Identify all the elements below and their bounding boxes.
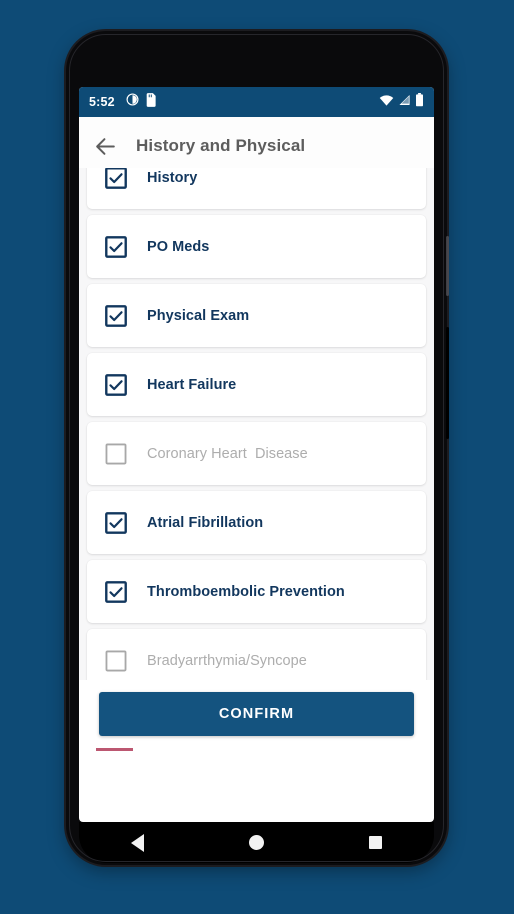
confirm-button[interactable]: CONFIRM [99,692,414,736]
checkbox-checked-icon[interactable] [105,373,127,396]
checkbox-checked-icon[interactable] [105,235,127,258]
checklist-item-label: Physical Exam [147,307,250,324]
arrow-left-icon[interactable] [93,134,118,159]
wifi-icon [379,93,394,111]
back-icon[interactable] [131,833,145,852]
sd-card-icon [146,92,157,112]
checklist-item-label: Thromboembolic Prevention [147,583,345,600]
checkbox-unchecked-icon[interactable] [105,443,127,465]
checklist-item[interactable]: History [87,168,426,209]
clock-icon [126,93,139,111]
volume-button[interactable] [446,327,449,439]
checkbox-checked-icon[interactable] [105,168,127,189]
phone-frame: 5:52 History and Physical History PO Med… [66,31,449,865]
checklist-item[interactable]: Bradyarrthymia/Syncope [87,629,426,680]
checkbox-checked-icon[interactable] [105,304,127,327]
phone-screen: 5:52 History and Physical History PO Med… [79,87,434,822]
home-icon[interactable] [248,835,264,850]
checklist-scroll-area[interactable]: History PO Meds Physical Exam Heart Failure… [79,168,434,680]
checklist-item-label: PO Meds [147,238,210,255]
checklist-item-label: Heart Failure [147,376,237,393]
page-title: History and Physical [136,136,306,155]
checklist-item-label: History [147,169,198,186]
checklist-item-label: Bradyarrthymia/Syncope [147,652,307,669]
checklist-item[interactable]: Atrial Fibrillation [87,491,426,554]
checklist-item-label: Coronary Heart Disease [147,445,308,462]
app-bar: History and Physical [79,117,434,175]
status-bar: 5:52 [79,87,434,117]
screen-edge-artifact [96,748,133,751]
recents-icon[interactable] [368,836,382,849]
cell-signal-icon [398,93,411,111]
checkbox-checked-icon[interactable] [105,511,127,534]
battery-icon [415,92,424,112]
checklist-item[interactable]: Thromboembolic Prevention [87,560,426,623]
checklist-item[interactable]: PO Meds [87,215,426,278]
checklist-item[interactable]: Heart Failure [87,353,426,416]
android-navigation-bar [79,822,434,863]
confirm-bar: CONFIRM [79,680,434,751]
checklist-item[interactable]: Physical Exam [87,284,426,347]
checkbox-unchecked-icon[interactable] [105,650,127,672]
power-button[interactable] [446,236,449,296]
checkbox-checked-icon[interactable] [105,580,127,603]
status-bar-time: 5:52 [89,95,115,109]
checklist-item-label: Atrial Fibrillation [147,514,264,531]
checklist-item[interactable]: Coronary Heart Disease [87,422,426,485]
